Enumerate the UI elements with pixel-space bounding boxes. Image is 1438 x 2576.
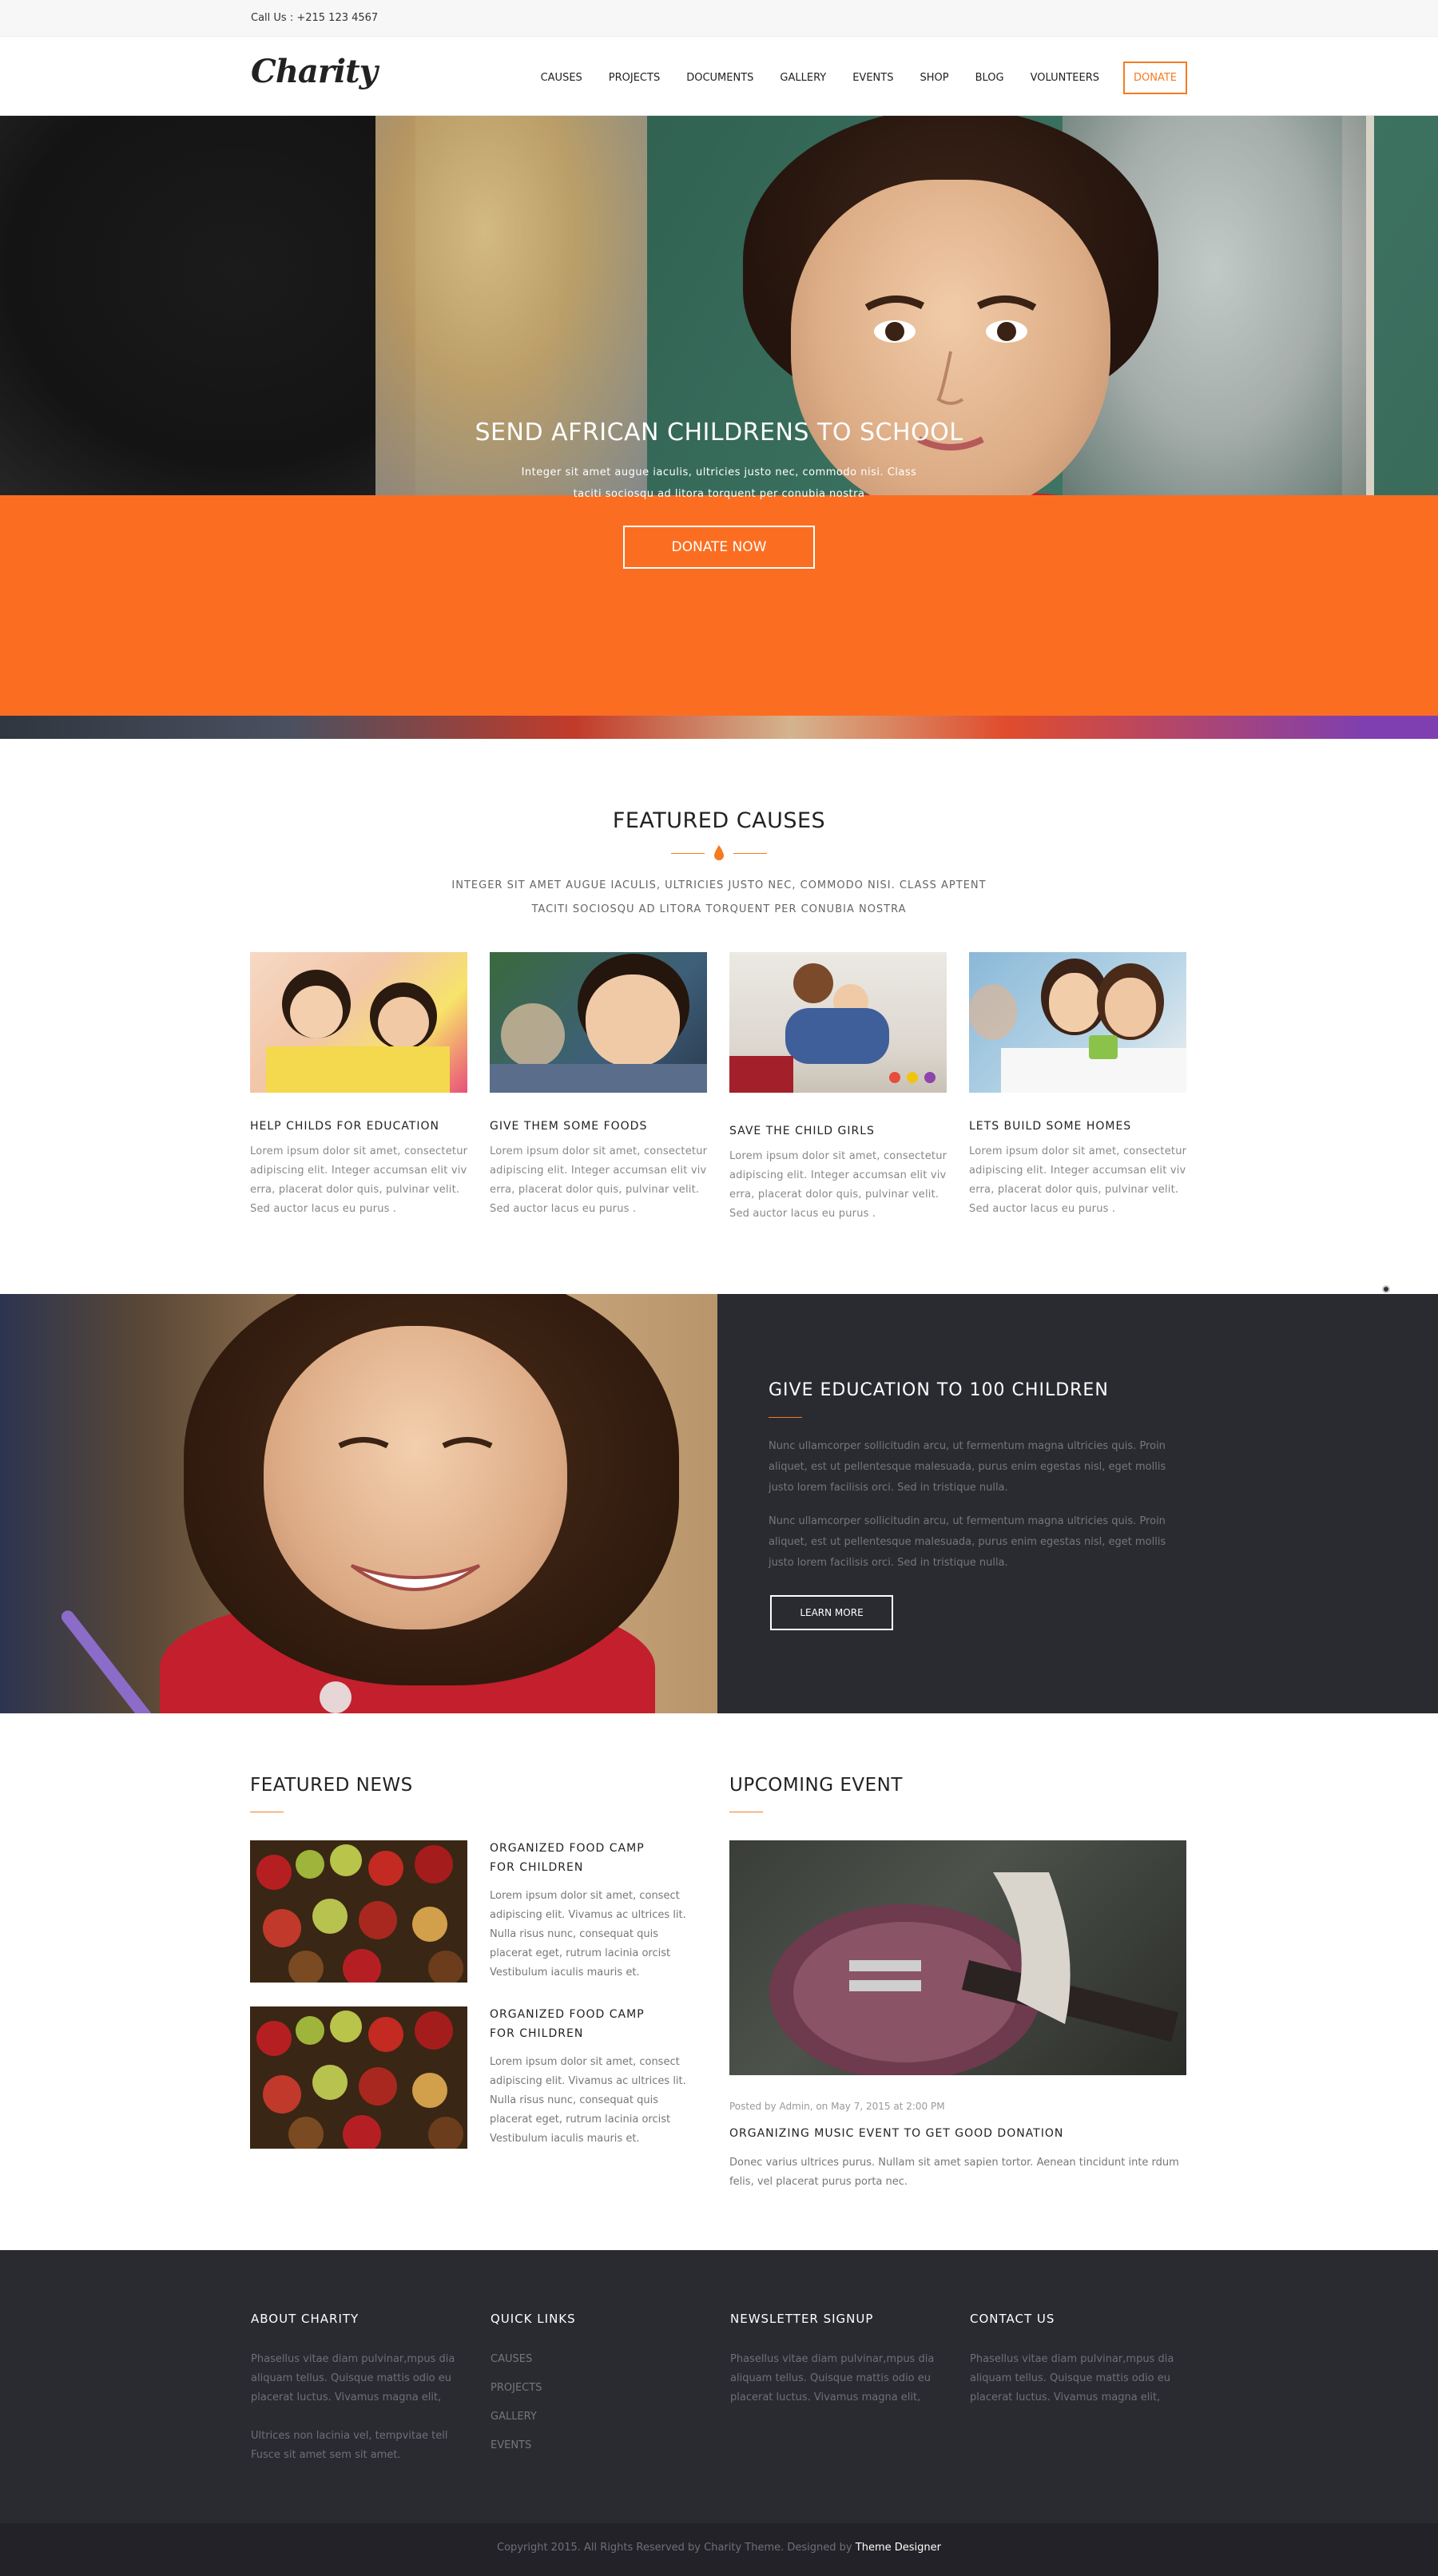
call-us-text: Call Us : +215 123 4567 <box>251 12 379 24</box>
nav-item-projects[interactable]: PROJECTS <box>609 72 660 84</box>
cause-text: Lorem ipsum dolor sit amet, consectetur … <box>490 1145 708 1215</box>
news-text: Lorem ipsum dolor sit amet, consect adip… <box>490 2056 686 2145</box>
event-meta: Posted by Admin, on May 7, 2015 at 2:00 … <box>729 2101 945 2112</box>
featured-causes-title: FEATURED CAUSES <box>612 808 826 833</box>
section-divider <box>671 843 767 863</box>
drop-icon <box>714 845 724 860</box>
cause-title[interactable]: GIVE THEM SOME FOODS <box>490 1120 647 1133</box>
education-photo <box>0 1294 717 1713</box>
cause-image[interactable] <box>729 952 947 1093</box>
scroll-to-top-button[interactable] <box>1382 1285 1390 1293</box>
cause-card: GIVE THEM SOME FOODS Lorem ipsum dolor s… <box>490 952 707 1215</box>
designer-link[interactable]: Theme Designer <box>856 2542 941 2554</box>
footer-links-title: QUICK LINKS <box>491 2312 576 2326</box>
footer-contact-title: CONTACT US <box>970 2312 1055 2326</box>
nav-item-shop[interactable]: SHOP <box>920 72 948 84</box>
upcoming-event-title: UPCOMING EVENT <box>729 1775 903 1796</box>
cause-image[interactable] <box>969 952 1186 1093</box>
footer-newsletter-title: NEWSLETTER SIGNUP <box>730 2312 874 2326</box>
news-title[interactable]: ORGANIZED FOOD CAMP FOR CHILDREN <box>490 1839 665 1877</box>
cause-title[interactable]: LETS BUILD SOME HOMES <box>969 1120 1131 1133</box>
event-item-title[interactable]: ORGANIZING MUSIC EVENT TO GET GOOD DONAT… <box>729 2127 1063 2140</box>
featured-causes-subtitle: INTEGER SIT AMET AUGUE IACULIS, ULTRICIE… <box>451 879 987 915</box>
cause-title[interactable]: SAVE THE CHILD GIRLS <box>729 1125 875 1137</box>
site-footer <box>0 2250 1438 2523</box>
cause-title[interactable]: HELP CHILDS FOR EDUCATION <box>250 1120 439 1133</box>
footer-link-events[interactable]: EVENTS <box>491 2439 531 2451</box>
copyright-text: Copyright 2015. All Rights Reserved by C… <box>497 2542 852 2554</box>
cause-card: LETS BUILD SOME HOMES Lorem ipsum dolor … <box>969 952 1186 1215</box>
footer-about-text: Phasellus vitae diam pulvinar,mpus dia a… <box>251 2353 455 2403</box>
education-panel <box>717 1294 1438 1713</box>
news-title[interactable]: ORGANIZED FOOD CAMP FOR CHILDREN <box>490 2005 665 2043</box>
hero-title: SEND AFRICAN CHILDRENS TO SCHOOL <box>475 419 963 447</box>
hero-text: Integer sit amet augue iaculis, ultricie… <box>521 466 917 500</box>
featured-news-title: FEATURED NEWS <box>250 1775 413 1796</box>
footer-link-gallery[interactable]: GALLERY <box>491 2411 537 2423</box>
footer-link-causes[interactable]: CAUSES <box>491 2353 532 2365</box>
education-paragraph: Nunc ullamcorper sollicitudin arcu, ut f… <box>769 1515 1166 1569</box>
cause-text: Lorem ipsum dolor sit amet, consectetur … <box>969 1145 1187 1215</box>
donate-now-button[interactable]: DONATE NOW <box>623 526 815 569</box>
news-image[interactable] <box>250 2006 467 2149</box>
nav-donate-button[interactable]: DONATE <box>1122 62 1187 94</box>
top-bar: Call Us : +215 123 4567 <box>0 0 1438 37</box>
cause-card: HELP CHILDS FOR EDUCATION Lorem ipsum do… <box>250 952 467 1215</box>
nav-item-events[interactable]: EVENTS <box>852 72 893 84</box>
copyright: Copyright 2015. All Rights Reserved by C… <box>0 2542 1438 2554</box>
site-logo[interactable]: Charity <box>251 53 378 90</box>
news-image[interactable] <box>250 1840 467 1983</box>
nav-item-causes[interactable]: CAUSES <box>541 72 582 84</box>
nav-item-gallery[interactable]: GALLERY <box>780 72 826 84</box>
footer-contact-text: Phasellus vitae diam pulvinar,mpus dia a… <box>970 2353 1174 2403</box>
footer-newsletter-text: Phasellus vitae diam pulvinar,mpus dia a… <box>730 2353 935 2403</box>
cause-image[interactable] <box>490 952 707 1093</box>
nav-item-volunteers[interactable]: VOLUNTEERS <box>1031 72 1099 84</box>
footer-about-text: Ultrices non lacinia vel, tempvitae tell… <box>251 2430 448 2461</box>
footer-about-title: ABOUT CHARITY <box>251 2312 360 2326</box>
cause-text: Lorem ipsum dolor sit amet, consectetur … <box>250 1145 468 1215</box>
learn-more-button[interactable]: LEARN MORE <box>770 1595 893 1630</box>
education-paragraph: Nunc ullamcorper sollicitudin arcu, ut f… <box>769 1440 1166 1494</box>
footer-link-projects[interactable]: PROJECTS <box>491 2382 542 2394</box>
education-title: GIVE EDUCATION TO 100 CHILDREN <box>769 1380 1109 1400</box>
event-text: Donec varius ultrices purus. Nullam sit … <box>729 2157 1179 2188</box>
cause-text: Lorem ipsum dolor sit amet, consectetur … <box>729 1150 947 1220</box>
site-header: Charity CAUSES PROJECTS DOCUMENTS GALLER… <box>0 37 1438 116</box>
main-nav: CAUSES PROJECTS DOCUMENTS GALLERY EVENTS… <box>514 62 1187 94</box>
nav-item-blog[interactable]: BLOG <box>975 72 1004 84</box>
cause-image[interactable] <box>250 952 467 1093</box>
news-text: Lorem ipsum dolor sit amet, consect adip… <box>490 1890 686 1979</box>
cause-card: SAVE THE CHILD GIRLS Lorem ipsum dolor s… <box>729 952 947 1220</box>
event-image[interactable] <box>729 1840 1186 2075</box>
nav-item-documents[interactable]: DOCUMENTS <box>686 72 753 84</box>
